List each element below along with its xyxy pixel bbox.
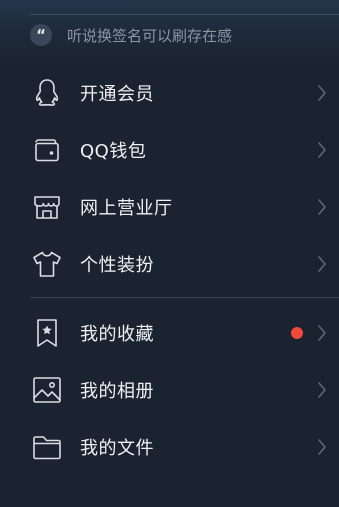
menu-item-label: QQ钱包 bbox=[80, 140, 147, 162]
chevron-right-icon bbox=[317, 198, 327, 216]
tshirt-icon bbox=[31, 248, 63, 280]
menu-item-label: 我的文件 bbox=[80, 437, 154, 459]
image-icon bbox=[31, 374, 63, 406]
menu-item-label: 我的相册 bbox=[80, 380, 154, 402]
menu-item-label: 个性装扮 bbox=[80, 254, 154, 276]
menu-item-personalize[interactable]: 个性装扮 bbox=[0, 235, 339, 292]
chevron-right-icon bbox=[317, 381, 327, 399]
header-divider bbox=[30, 14, 339, 15]
signature-bar[interactable]: “ 听说换签名可以刷存在感 bbox=[30, 23, 339, 47]
notification-dot bbox=[291, 326, 303, 339]
menu-item-label: 网上营业厅 bbox=[80, 197, 173, 219]
menu-item-label: 开通会员 bbox=[80, 83, 154, 105]
menu-item-favorites[interactable]: 我的收藏 bbox=[0, 304, 339, 361]
chevron-right-icon bbox=[317, 84, 327, 102]
store-icon bbox=[31, 191, 63, 223]
penguin-icon bbox=[31, 77, 63, 109]
chevron-right-icon bbox=[317, 324, 327, 342]
menu-item-files[interactable]: 我的文件 bbox=[0, 418, 339, 475]
menu-item-album[interactable]: 我的相册 bbox=[0, 361, 339, 418]
menu-item-wallet[interactable]: QQ钱包 bbox=[0, 121, 339, 178]
drawer-menu: 开通会员 QQ钱包 网上营业厅 个性装扮 我的收藏 我的相册 我的文件 bbox=[0, 64, 339, 475]
signature-text: 听说换签名可以刷存在感 bbox=[67, 26, 233, 45]
chevron-right-icon bbox=[317, 141, 327, 159]
wallet-icon bbox=[31, 134, 63, 166]
menu-item-label: 我的收藏 bbox=[80, 323, 154, 345]
chevron-right-icon bbox=[317, 438, 327, 456]
menu-item-vip[interactable]: 开通会员 bbox=[0, 64, 339, 121]
folder-icon bbox=[31, 431, 63, 463]
menu-item-online-hall[interactable]: 网上营业厅 bbox=[0, 178, 339, 235]
chevron-right-icon bbox=[317, 255, 327, 273]
quote-icon: “ bbox=[30, 24, 52, 46]
section-divider bbox=[30, 297, 339, 298]
bookmark-star-icon bbox=[31, 317, 63, 349]
